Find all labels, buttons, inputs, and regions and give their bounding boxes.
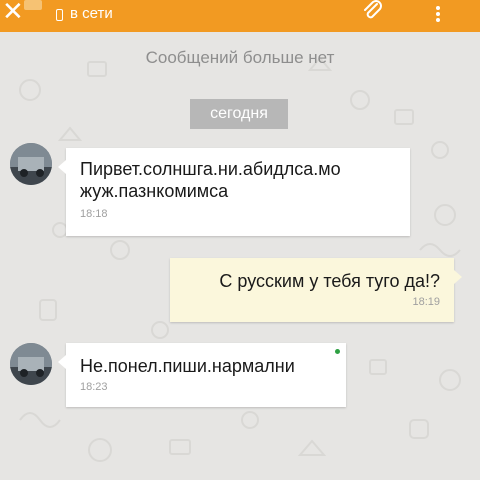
- message-bubble-outgoing[interactable]: С русским у тебя туго да!? 18:19: [170, 258, 462, 322]
- paperclip-icon[interactable]: [362, 0, 384, 22]
- chat-header: ✕ в сети: [0, 0, 480, 32]
- contact-name-area[interactable]: [24, 0, 42, 10]
- message-bubble-incoming[interactable]: Не.понел.пиши.нармални 18:23: [58, 343, 346, 407]
- online-indicator-dot: [335, 349, 340, 354]
- no-more-messages-label: Сообщений больше нет: [145, 48, 335, 67]
- date-separator: сегодня: [190, 99, 288, 129]
- message-text-line: Пирвет.солншга.ни.абидлса.мо: [80, 159, 341, 179]
- online-status: в сети: [70, 5, 113, 22]
- contact-avatar[interactable]: [10, 143, 52, 185]
- message-bubble-incoming[interactable]: Пирвет.солншга.ни.абидлса.мо жуж.пазнком…: [58, 148, 410, 236]
- close-icon[interactable]: ✕: [2, 0, 24, 26]
- message-time: 18:19: [412, 296, 440, 308]
- contact-avatar[interactable]: [10, 343, 52, 385]
- message-text-line: жуж.пазнкомимса: [80, 181, 229, 201]
- phone-presence-icon: [56, 9, 63, 21]
- message-time: 18:18: [80, 208, 108, 220]
- message-text-line: Не.понел.пиши.нармални: [80, 356, 295, 376]
- chat-background-pattern: [19, 56, 461, 462]
- message-text-line: С русским у тебя туго да!?: [219, 271, 440, 291]
- more-vert-icon[interactable]: [436, 6, 442, 22]
- message-time: 18:23: [80, 381, 108, 393]
